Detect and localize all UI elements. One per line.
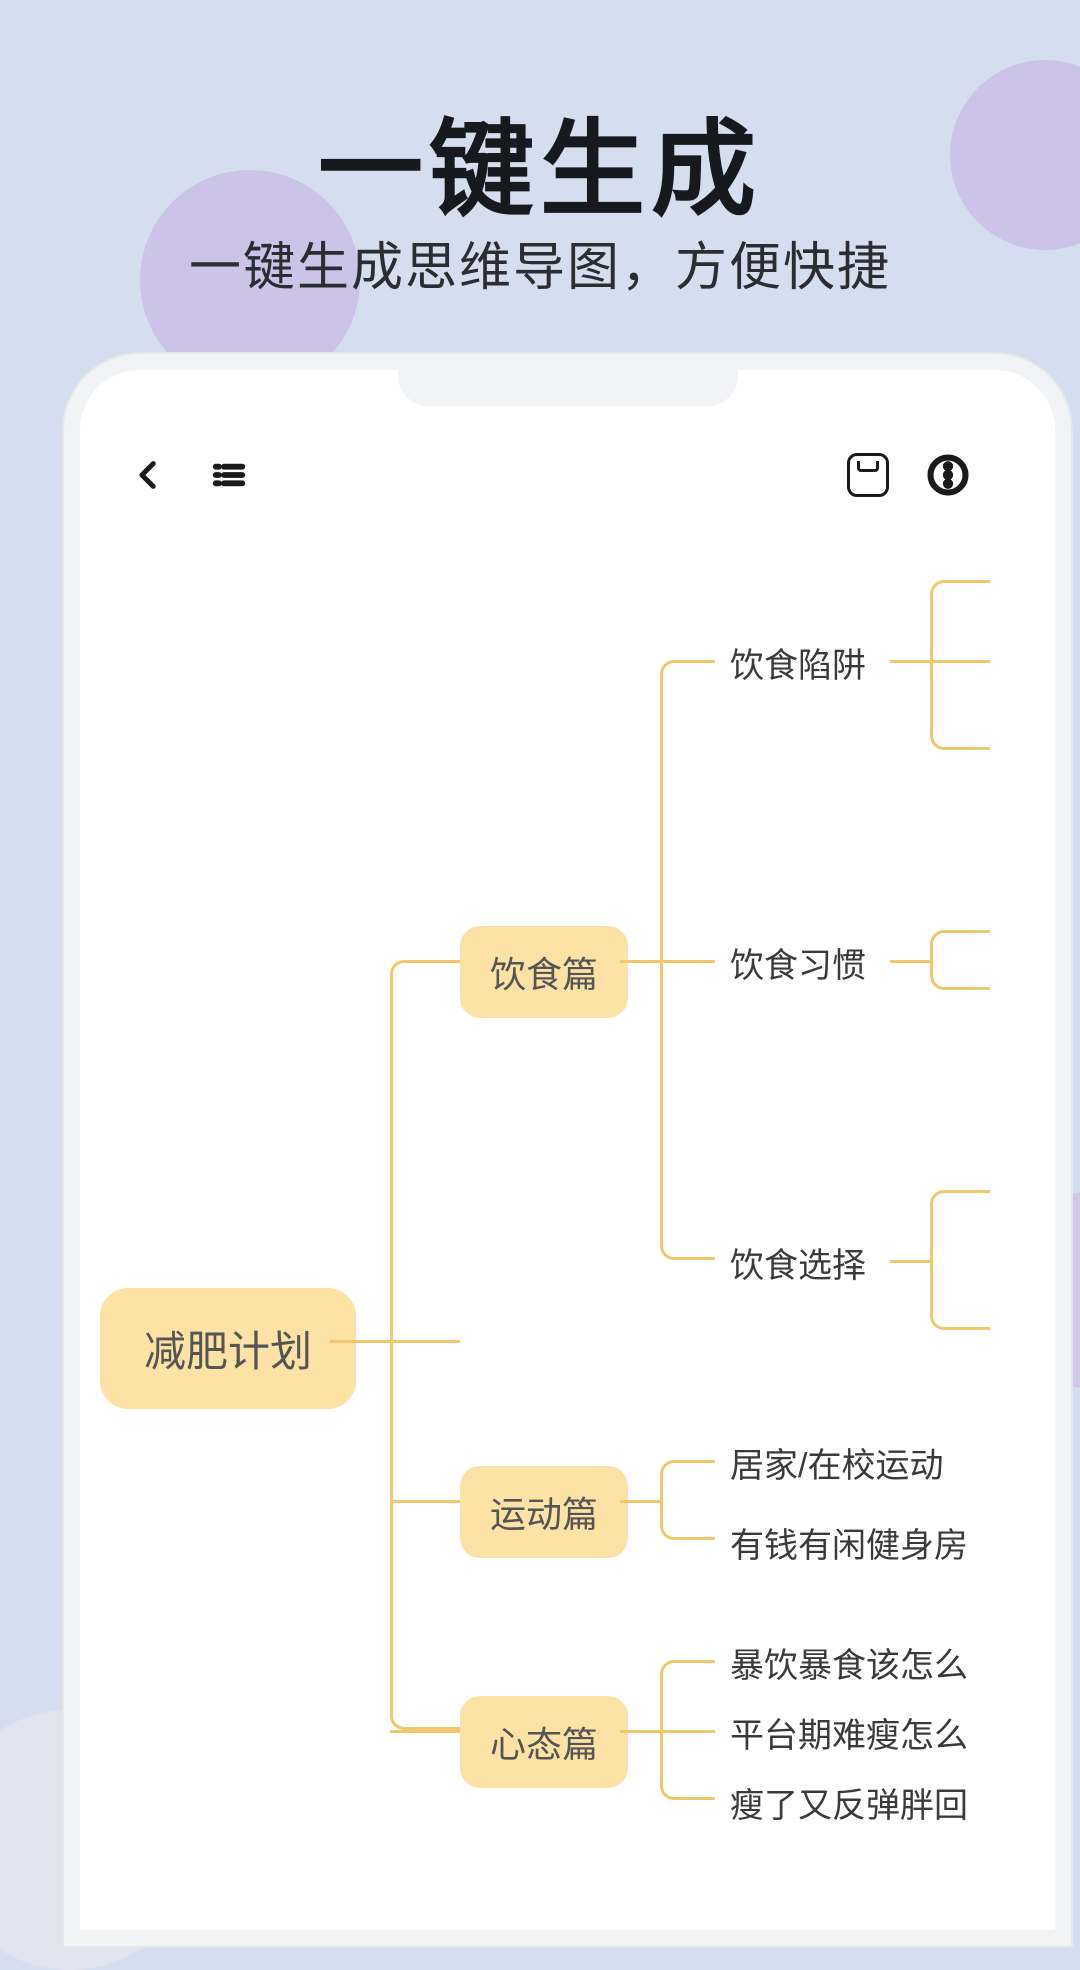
outline-list-icon[interactable] — [208, 454, 250, 496]
connector — [390, 1500, 460, 1503]
node-leaf[interactable]: 有钱有闲健身房 — [730, 1518, 968, 1567]
page-title: 一键生成 — [0, 85, 1080, 237]
save-icon[interactable] — [847, 454, 889, 496]
connector — [620, 1500, 660, 1503]
node-leaf[interactable]: 饮食习惯 — [730, 938, 866, 987]
connector — [620, 1730, 660, 1733]
connector — [330, 1340, 390, 1343]
phone-notch — [398, 370, 738, 406]
app-toolbar — [80, 435, 1055, 515]
connector — [660, 1460, 715, 1540]
back-icon[interactable] — [128, 454, 170, 496]
node-leaf[interactable]: 瘦了又反弹胖回 — [730, 1778, 968, 1827]
phone-frame: 减肥计划 饮食篇 饮食陷阱 饮食习惯 饮食选择 运动篇 居家/在校运动 有钱有闲… — [80, 370, 1055, 1930]
connector — [390, 960, 460, 1730]
node-section-sport[interactable]: 运动篇 — [460, 1466, 628, 1558]
connector — [890, 660, 930, 663]
node-section-mind[interactable]: 心态篇 — [460, 1696, 628, 1788]
node-leaf[interactable]: 平台期难瘦怎么 — [730, 1708, 968, 1757]
connector — [890, 1260, 930, 1263]
connector — [390, 1340, 460, 1343]
node-section-diet[interactable]: 饮食篇 — [460, 926, 628, 1018]
mindmap-canvas[interactable]: 减肥计划 饮食篇 饮食陷阱 饮食习惯 饮食选择 运动篇 居家/在校运动 有钱有闲… — [80, 550, 1055, 1930]
connector — [930, 660, 990, 663]
node-leaf[interactable]: 暴饮暴食该怎么 — [730, 1638, 968, 1687]
connector — [390, 1730, 460, 1733]
node-root[interactable]: 减肥计划 — [100, 1288, 356, 1409]
more-icon[interactable] — [927, 454, 969, 496]
page-subtitle: 一键生成思维导图，方便快捷 — [0, 225, 1080, 300]
node-leaf[interactable]: 饮食陷阱 — [730, 638, 866, 687]
connector — [930, 1190, 990, 1330]
connector — [890, 960, 930, 963]
connector — [660, 960, 715, 963]
connector — [660, 1730, 715, 1733]
connector — [620, 960, 660, 963]
connector — [930, 930, 990, 990]
node-leaf[interactable]: 居家/在校运动 — [730, 1438, 943, 1487]
node-leaf[interactable]: 饮食选择 — [730, 1238, 866, 1287]
connector — [930, 580, 990, 750]
